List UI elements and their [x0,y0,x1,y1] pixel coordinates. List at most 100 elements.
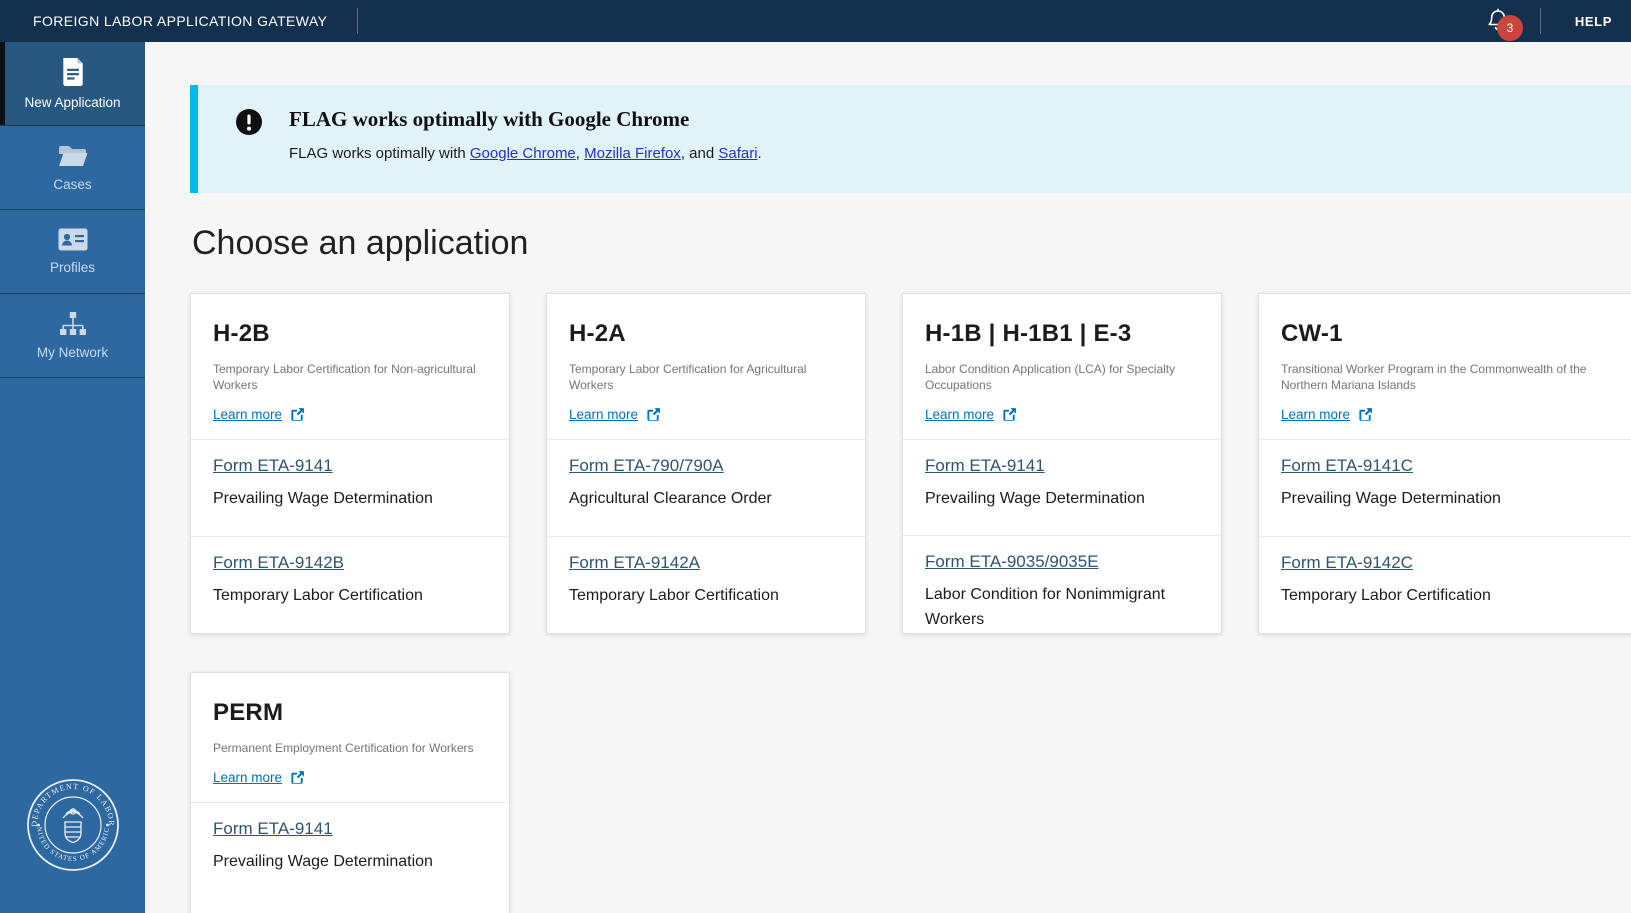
svg-text:DEPARTMENT OF LABOR: DEPARTMENT OF LABOR [29,782,115,827]
card-header: PERM Permanent Employment Certification … [191,673,509,803]
dol-seal: DEPARTMENT OF LABOR UNITED STATES OF AME… [26,778,120,877]
form-description: Labor Condition for Nonimmigrant Workers [925,582,1187,633]
topbar-right: 3 HELP [1486,7,1612,35]
safari-link[interactable]: Safari [718,145,757,162]
form-option: Form ETA-9141 Prevailing Wage Determinat… [191,440,509,536]
form-link[interactable]: Form ETA-9142A [569,553,700,572]
form-link[interactable]: Form ETA-9142B [213,553,344,572]
alert-title: FLAG works optimally with Google Chrome [289,107,762,132]
sitemap-icon [59,312,87,336]
learn-more-label: Learn more [213,770,282,785]
sidebar-item-label: Profiles [50,260,95,275]
form-description: Temporary Labor Certification [1281,583,1543,609]
sidebar-item-label: Cases [53,177,91,192]
form-link[interactable]: Form ETA-790/790A [569,456,724,475]
form-description: Prevailing Wage Determination [925,486,1187,512]
form-description: Prevailing Wage Determination [213,849,475,875]
form-description: Temporary Labor Certification [213,583,475,609]
info-exclamation-icon [236,109,262,135]
form-link[interactable]: Form ETA-9142C [1281,553,1413,572]
sidebar-item-profiles[interactable]: Profiles [0,210,145,294]
top-bar: FOREIGN LABOR APPLICATION GATEWAY 3 HELP [0,0,1631,42]
seal-top-text: DEPARTMENT OF LABOR [29,782,115,827]
card-title: H-2B [213,320,487,348]
application-card-h1b: H-1B | H-1B1 | E-3 Labor Condition Appli… [902,293,1222,634]
card-subtitle: Labor Condition Application (LCA) for Sp… [925,361,1199,393]
mozilla-firefox-link[interactable]: Mozilla Firefox [584,145,681,162]
learn-more-link[interactable]: Learn more [925,407,1017,422]
form-description: Temporary Labor Certification [569,583,831,609]
page-title: Choose an application [192,224,1631,263]
form-link[interactable]: Form ETA-9141 [213,456,333,475]
form-option: Form ETA-9035/9035E Labor Condition for … [903,535,1221,633]
learn-more-label: Learn more [925,407,994,422]
id-card-icon [58,228,88,251]
form-option: Form ETA-9142C Temporary Labor Certifica… [1259,536,1631,633]
alert-text-segment: , [576,145,584,162]
notification-badge: 3 [1497,15,1523,41]
sidebar: New Application Cases Profiles [0,42,145,913]
application-card-h2a: H-2A Temporary Labor Certification for A… [546,293,866,634]
card-header: H-2A Temporary Labor Certification for A… [547,294,865,440]
alert-body: FLAG works optimally with Google Chrome,… [289,145,762,162]
form-option: Form ETA-9141C Prevailing Wage Determina… [1259,440,1631,536]
google-chrome-link[interactable]: Google Chrome [470,145,576,162]
external-link-icon [290,770,305,785]
sidebar-item-new-application[interactable]: New Application [0,42,145,126]
alert-text-segment: , and [681,145,719,162]
card-header: H-1B | H-1B1 | E-3 Labor Condition Appli… [903,294,1221,440]
form-description: Agricultural Clearance Order [569,486,831,512]
card-header: CW-1 Transitional Worker Program in the … [1259,294,1631,440]
form-link[interactable]: Form ETA-9141 [925,456,1045,475]
card-subtitle: Transitional Worker Program in the Commo… [1281,361,1589,393]
form-option: Form ETA-9141 Prevailing Wage Determinat… [191,803,509,913]
form-link[interactable]: Form ETA-9141C [1281,456,1413,475]
application-cards: H-2B Temporary Labor Certification for N… [190,293,1631,913]
sidebar-item-label: My Network [37,345,108,360]
topbar-divider [1540,8,1541,34]
form-description: Prevailing Wage Determination [1281,486,1543,512]
card-title: PERM [213,699,487,727]
card-subtitle: Temporary Labor Certification for Non-ag… [213,361,487,393]
alert-text-segment: . [758,145,762,162]
application-card-cw1: CW-1 Transitional Worker Program in the … [1258,293,1631,634]
external-link-icon [1002,407,1017,422]
browser-alert: FLAG works optimally with Google Chrome … [190,85,1631,193]
learn-more-label: Learn more [569,407,638,422]
card-title: H-1B | H-1B1 | E-3 [925,320,1199,348]
seal-eagle [63,809,83,843]
form-option: Form ETA-9142A Temporary Labor Certifica… [547,536,865,633]
card-subtitle: Temporary Labor Certification for Agricu… [569,361,843,393]
card-subtitle: Permanent Employment Certification for W… [213,740,487,756]
learn-more-link[interactable]: Learn more [213,407,305,422]
external-link-icon [1358,407,1373,422]
learn-more-label: Learn more [1281,407,1350,422]
external-link-icon [290,407,305,422]
alert-text-segment: FLAG works optimally with [289,145,470,162]
folder-icon [58,144,88,168]
app-title: FOREIGN LABOR APPLICATION GATEWAY [33,13,327,29]
card-header: H-2B Temporary Labor Certification for N… [191,294,509,440]
form-link[interactable]: Form ETA-9035/9035E [925,552,1099,571]
learn-more-link[interactable]: Learn more [569,407,661,422]
learn-more-link[interactable]: Learn more [213,770,305,785]
external-link-icon [646,407,661,422]
notifications-button[interactable]: 3 [1486,7,1510,35]
learn-more-label: Learn more [213,407,282,422]
card-title: H-2A [569,320,843,348]
help-link[interactable]: HELP [1575,14,1612,29]
learn-more-link[interactable]: Learn more [1281,407,1373,422]
topbar-divider [357,8,358,34]
application-card-perm: PERM Permanent Employment Certification … [190,672,510,913]
sidebar-item-label: New Application [24,95,120,110]
form-option: Form ETA-9141 Prevailing Wage Determinat… [903,440,1221,534]
form-option: Form ETA-9142B Temporary Labor Certifica… [191,536,509,633]
application-card-h2b: H-2B Temporary Labor Certification for N… [190,293,510,634]
main-content: FLAG works optimally with Google Chrome … [145,42,1631,913]
form-description: Prevailing Wage Determination [213,486,475,512]
sidebar-item-cases[interactable]: Cases [0,126,145,210]
form-link[interactable]: Form ETA-9141 [213,819,333,838]
form-option: Form ETA-790/790A Agricultural Clearance… [547,440,865,536]
sidebar-item-my-network[interactable]: My Network [0,294,145,378]
document-icon [61,58,85,86]
